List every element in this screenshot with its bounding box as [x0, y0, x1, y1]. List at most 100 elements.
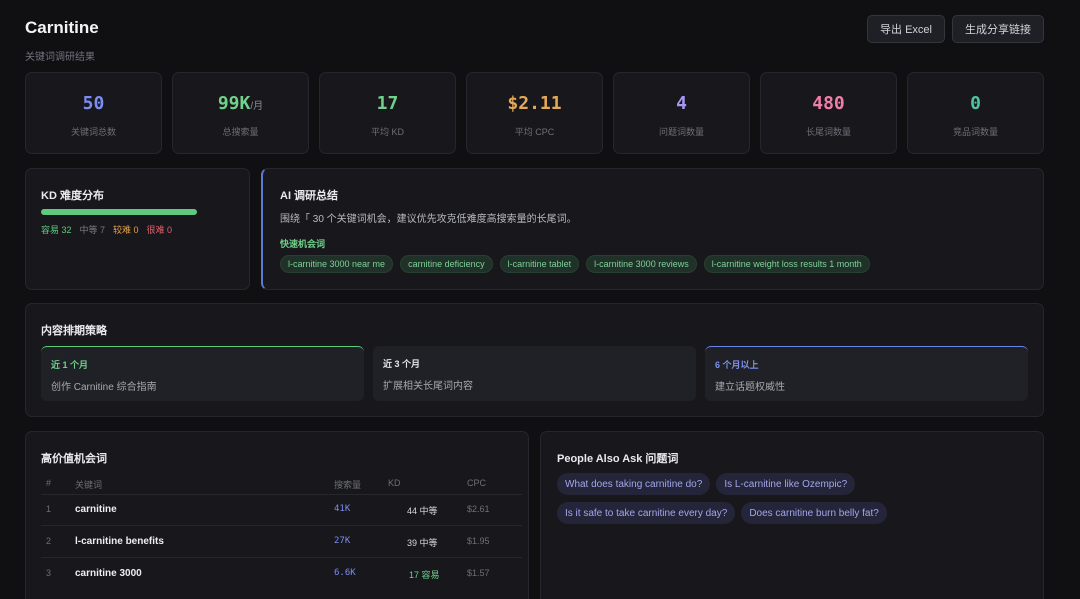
col-header-kd: KD [388, 478, 401, 488]
stat-value: 50 [26, 93, 161, 114]
stat-value: 4 [614, 93, 749, 114]
share-link-button[interactable]: 生成分享链接 [952, 15, 1044, 43]
header-actions: 导出 Excel 生成分享链接 [867, 15, 1044, 43]
stat-label: 长尾词数量 [805, 127, 851, 137]
strategy-title: 内容排期策略 [41, 325, 107, 337]
table-title: 高价值机会词 [41, 453, 107, 465]
kd-level: 中等 [419, 506, 438, 516]
kd-value: 39 [407, 538, 418, 548]
kd-level: 容易 [421, 570, 440, 580]
row-kd: 17 容易 [409, 568, 440, 581]
stat-value: $2.11 [467, 93, 602, 114]
stat-number: 99K [217, 93, 251, 114]
kd-hard-label: 较难 0 [113, 225, 139, 235]
stat-number: 50 [82, 93, 105, 114]
table-row[interactable]: 2 l-carnitine benefits 27K 39 中等 $1.95 [41, 526, 522, 558]
kd-title: KD 难度分布 [41, 190, 104, 202]
row-kd: 44 中等 [407, 504, 438, 517]
paa-title: People Also Ask 问题词 [557, 453, 679, 465]
stat-label: 总搜索量 [222, 127, 259, 137]
question-tag[interactable]: What does taking carnitine do? [557, 473, 711, 495]
row-kd: 39 中等 [407, 536, 438, 549]
stat-value: 17 [320, 93, 455, 114]
stat-label: 关键词总数 [70, 127, 116, 137]
keyword-research-page: Carnitine 关键词调研结果 导出 Excel 生成分享链接 50 关键词… [0, 0, 1080, 599]
row-cpc: $2.61 [467, 504, 490, 514]
stat-card-cpc: $2.11 平均 CPC [466, 72, 603, 154]
kd-distribution-bar [41, 209, 197, 215]
ai-summary-card: AI 调研总结 围绕「 30 个关键词机会，建议优先攻克低难度高搜索量的长尾词。… [261, 168, 1044, 290]
plan-period: 近 1 个月 [51, 360, 89, 370]
kd-medium-label: 中等 7 [79, 225, 106, 235]
table-row[interactable]: 3 carnitine 3000 6.6K 17 容易 $1.57 [41, 558, 522, 590]
plan-6-months: 6 个月以上 建立话题权威性 [705, 346, 1028, 401]
opportunity-tag[interactable]: l-carnitine weight loss results 1 month [703, 255, 870, 273]
stat-card-longtail: 480 长尾词数量 [760, 72, 897, 154]
stat-number: 4 [676, 93, 687, 114]
stat-card-volume: 99K/月 总搜索量 [172, 72, 309, 154]
col-header-keyword: 关键词 [75, 480, 103, 490]
opportunity-tag[interactable]: l-carnitine tablet [499, 255, 580, 273]
stat-number: 0 [970, 93, 981, 114]
row-num: 1 [46, 504, 52, 514]
stat-number: 17 [376, 93, 399, 114]
export-excel-button[interactable]: 导出 Excel [867, 15, 945, 43]
opportunity-tag[interactable]: l-carnitine 3000 reviews [586, 255, 697, 273]
row-keyword: carnitine 3000 [75, 568, 142, 579]
ai-summary-title: AI 调研总结 [280, 190, 339, 202]
row-keyword: l-carnitine benefits [75, 536, 164, 547]
kd-value: 44 [407, 506, 418, 516]
plan-text: 扩展相关长尾词内容 [383, 381, 473, 392]
stat-card-kd: 17 平均 KD [319, 72, 456, 154]
row-cpc: $1.57 [467, 568, 490, 578]
col-header-num: # [46, 478, 52, 488]
row-keyword: carnitine [75, 504, 117, 515]
page-subtitle: 关键词调研结果 [25, 52, 95, 63]
plan-text: 创作 Carnitine 综合指南 [51, 382, 157, 393]
stat-label: 问题词数量 [658, 127, 704, 137]
page-header: Carnitine 关键词调研结果 [25, 18, 99, 63]
row-num: 2 [46, 536, 52, 546]
stat-card-questions: 4 问题词数量 [613, 72, 750, 154]
plan-period: 6 个月以上 [715, 360, 759, 370]
question-tag[interactable]: Does carnitine burn belly fat? [741, 502, 887, 524]
stat-number: $2.11 [507, 93, 562, 114]
stat-value: 99K/月 [173, 93, 308, 114]
plan-1-month: 近 1 个月 创作 Carnitine 综合指南 [41, 346, 364, 401]
row-volume: 6.6K [334, 568, 356, 578]
col-header-cpc: CPC [467, 478, 487, 488]
stats-row: 50 关键词总数 99K/月 总搜索量 17 平均 KD $2.11 平均 CP… [25, 72, 1044, 154]
plan-3-months: 近 3 个月 扩展相关长尾词内容 [373, 346, 696, 401]
kd-value: 17 [409, 570, 420, 580]
plan-period: 近 3 个月 [383, 359, 421, 369]
stat-card-competitors: 0 竞品词数量 [907, 72, 1044, 154]
kd-level: 中等 [419, 538, 438, 548]
stat-label: 平均 CPC [514, 127, 555, 137]
opportunity-tag[interactable]: carnitine deficiency [400, 255, 493, 273]
stat-unit: /月 [250, 101, 264, 112]
kd-legend: 容易 32 中等 7 较难 0 很难 0 [41, 223, 172, 236]
row-volume: 27K [334, 536, 351, 546]
kd-very-hard-label: 很难 0 [146, 225, 173, 235]
table-row[interactable]: 1 carnitine 41K 44 中等 $2.61 [41, 494, 522, 526]
page-title: Carnitine [25, 18, 99, 37]
question-tag[interactable]: Is L-carnitine like Ozempic? [716, 473, 856, 495]
plan-text: 建立话题权威性 [715, 382, 785, 393]
quick-opportunity-tags: l-carnitine 3000 near me carnitine defic… [280, 255, 870, 273]
stat-number: 480 [812, 93, 845, 114]
question-tag[interactable]: Is it safe to take carnitine every day? [557, 502, 736, 524]
stat-label: 竞品词数量 [952, 127, 998, 137]
stat-value: 0 [908, 93, 1043, 114]
stat-label: 平均 KD [370, 127, 404, 137]
kd-easy-label: 容易 32 [41, 225, 72, 235]
row-cpc: $1.95 [467, 536, 490, 546]
row-num: 3 [46, 568, 52, 578]
people-also-ask-card: People Also Ask 问题词 What does taking car… [540, 431, 1044, 599]
col-header-volume: 搜索量 [334, 480, 362, 490]
row-volume: 41K [334, 504, 351, 514]
high-value-keywords-card: 高价值机会词 # 关键词 搜索量 KD CPC 1 carnitine 41K … [25, 431, 529, 599]
quick-opportunity-title: 快速机会词 [280, 239, 326, 249]
content-strategy-card: 内容排期策略 近 1 个月 创作 Carnitine 综合指南 近 3 个月 扩… [25, 303, 1044, 417]
ai-summary-text: 围绕「 30 个关键词机会，建议优先攻克低难度高搜索量的长尾词。 [280, 214, 577, 225]
opportunity-tag[interactable]: l-carnitine 3000 near me [280, 255, 394, 273]
